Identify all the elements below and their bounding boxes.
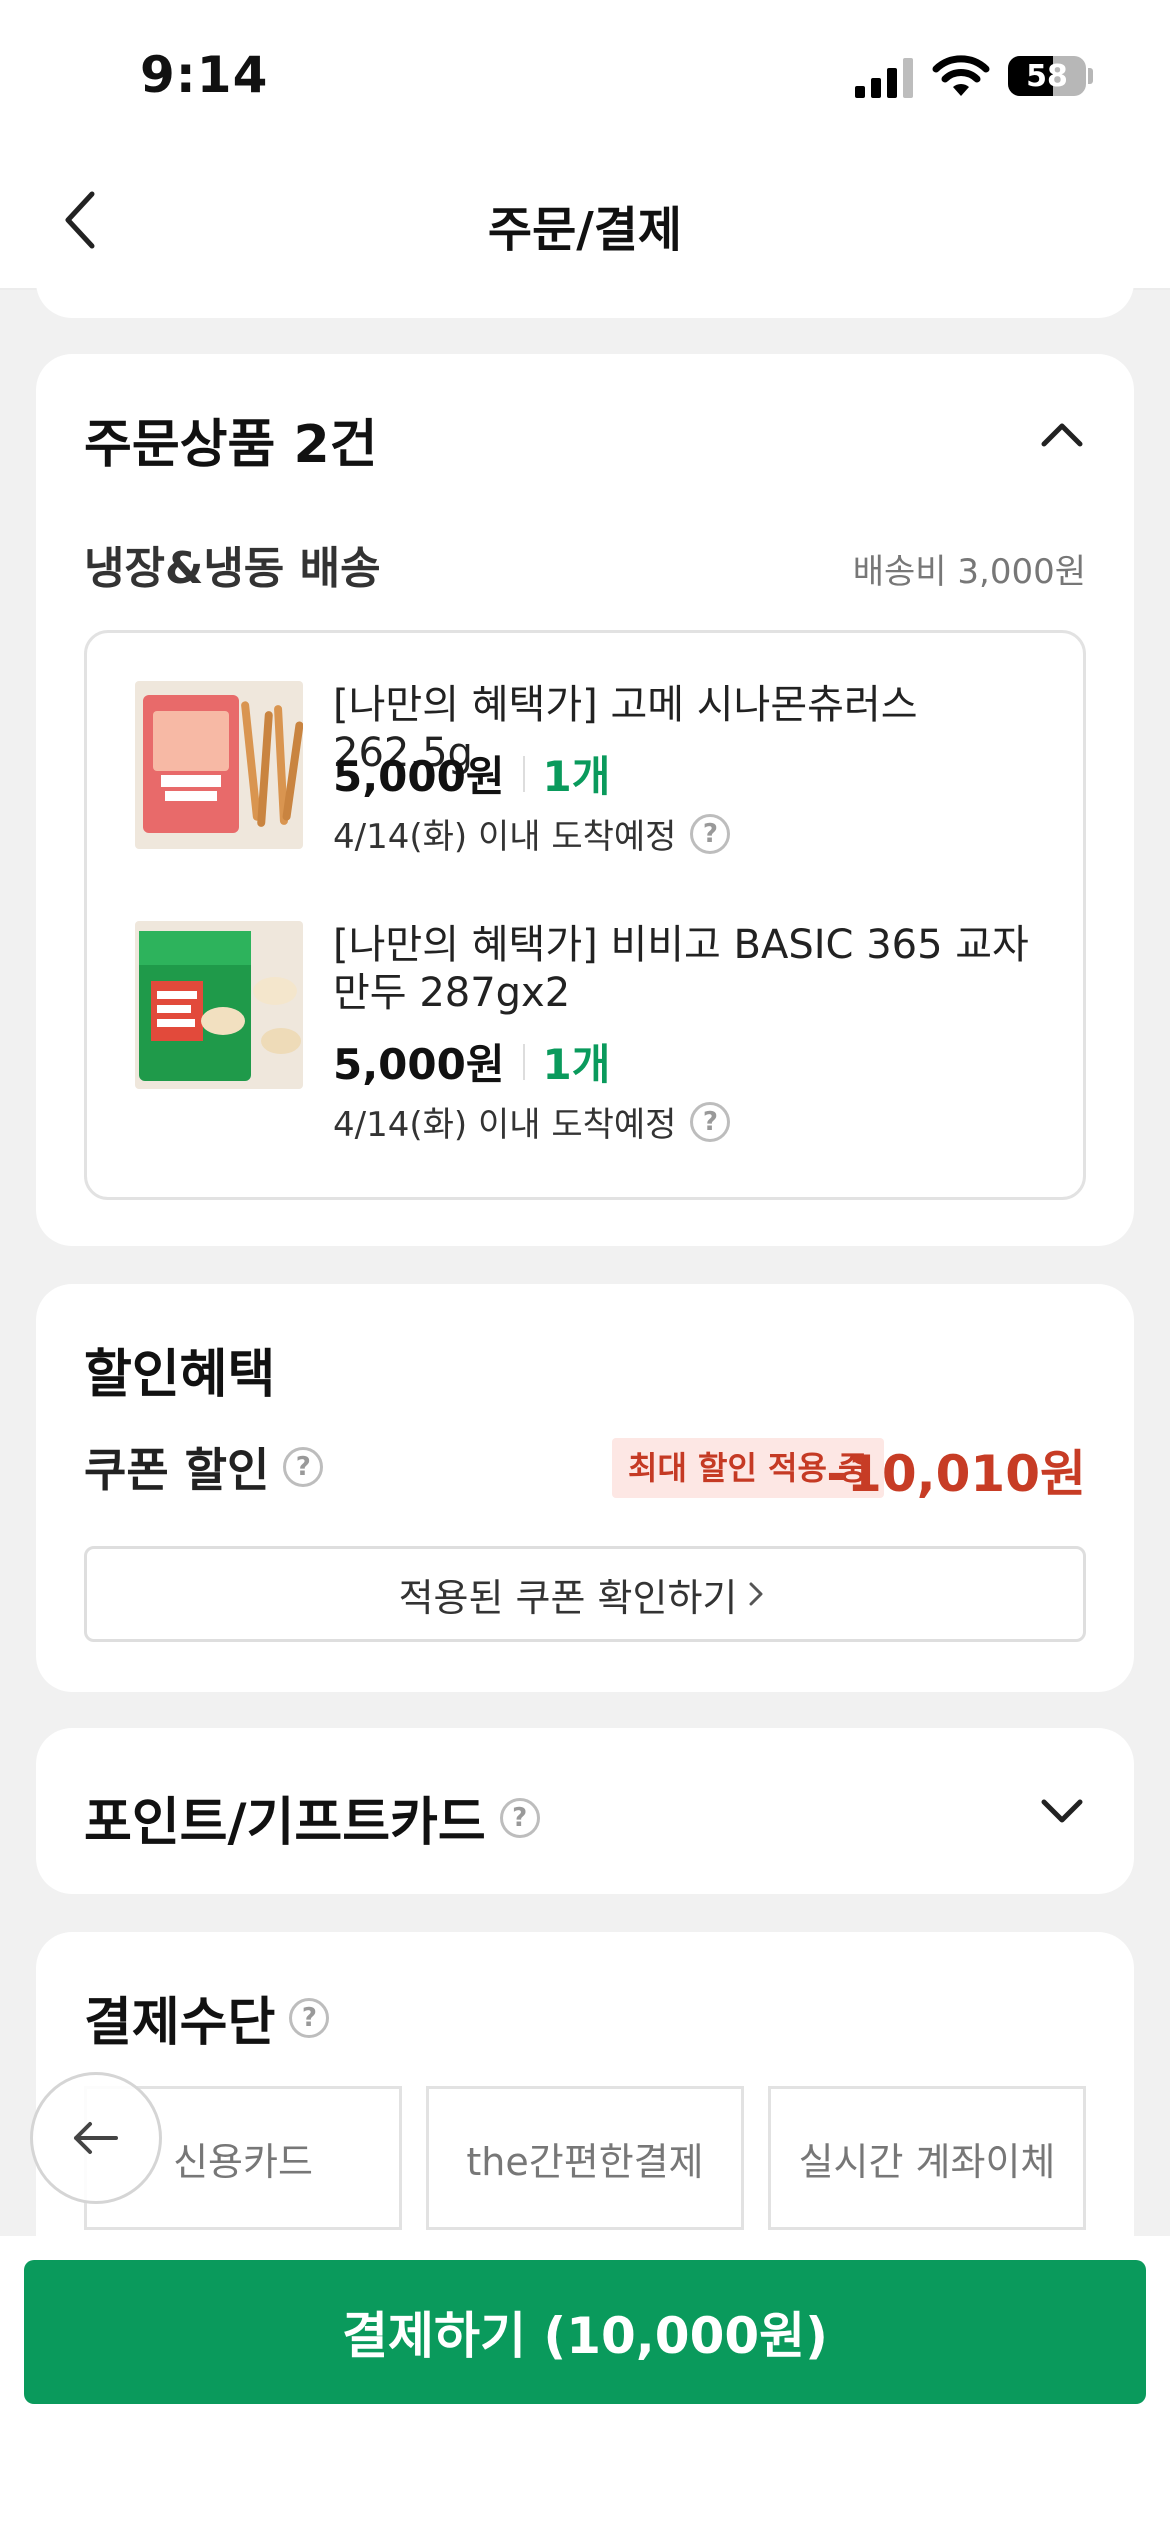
checkout-bar: 결제하기 (10,000원) — [0, 2236, 1170, 2532]
previous-section-card — [36, 270, 1134, 318]
coupon-discount-row: 쿠폰 할인 ? — [84, 1434, 324, 1500]
item-quantity: 1개 — [542, 752, 611, 801]
help-icon[interactable]: ? — [690, 1101, 731, 1142]
help-icon[interactable]: ? — [690, 813, 731, 854]
divider — [522, 755, 525, 792]
order-items-title: 주문상품 2건 — [84, 415, 378, 475]
list-item: [나만의 혜택가] 비비고 BASIC 365 교자만두 287gx2 5,00… — [135, 921, 1045, 1151]
discount-card: 할인혜택 쿠폰 할인 ? 최대 할인 적용 중 -10,010원 적용된 쿠폰 … — [36, 1284, 1134, 1692]
battery-tip — [1088, 68, 1093, 84]
wifi-icon — [932, 55, 990, 96]
nav-bar: 주문/결제 — [0, 150, 1170, 290]
checkout-button[interactable]: 결제하기 (10,000원) — [24, 2260, 1146, 2404]
shipping-fee: 배송비 3,000원 — [852, 552, 1086, 592]
signal-icon — [855, 58, 913, 98]
item-price: 5,000원 — [333, 752, 505, 801]
item-eta: 4/14(화) 이내 도착예정 — [333, 1105, 677, 1145]
discount-amount: -10,010원 — [826, 1445, 1086, 1503]
item-price: 5,000원 — [333, 1040, 505, 1089]
list-item: [나만의 혜택가] 고메 시나몬츄러스 262.5g 5,000원 1개 4/1… — [135, 681, 1045, 871]
coupon-label: 쿠폰 할인 — [84, 1443, 270, 1497]
battery-level: 58 — [1026, 59, 1068, 94]
points-title: 포인트/기프트카드 — [84, 1793, 486, 1853]
item-eta: 4/14(화) 이내 도착예정 — [333, 817, 677, 857]
items-list: [나만의 혜택가] 고메 시나몬츄러스 262.5g 5,000원 1개 4/1… — [84, 630, 1086, 1200]
status-bar: 9:14 58 — [0, 0, 1170, 150]
help-icon[interactable]: ? — [289, 1997, 330, 2038]
price-row: 5,000원 1개 — [333, 1031, 610, 1092]
chevron-up-icon[interactable] — [1034, 406, 1090, 462]
points-title-row: 포인트/기프트카드 ? — [84, 1780, 540, 1855]
checkout-label: 결제하기 (10,000원) — [341, 2307, 829, 2365]
order-items-card: 주문상품 2건 냉장&냉동 배송 배송비 3,000원 [나만의 혜택가] 고메… — [36, 354, 1134, 1246]
divider — [522, 1043, 525, 1080]
check-coupon-button[interactable]: 적용된 쿠폰 확인하기 — [84, 1546, 1086, 1642]
status-time: 9:14 — [140, 46, 269, 104]
price-row: 5,000원 1개 — [333, 743, 610, 804]
chevron-down-icon[interactable] — [1034, 1784, 1090, 1840]
pay-option-easy-pay[interactable]: the간편한결제 — [426, 2086, 744, 2230]
chevron-right-icon — [749, 1582, 763, 1606]
product-image-dumplings[interactable] — [135, 921, 303, 1089]
page-title: 주문/결제 — [487, 202, 683, 258]
help-icon[interactable]: ? — [499, 1797, 540, 1838]
floating-back-button[interactable] — [30, 2072, 162, 2204]
battery-icon: 58 — [1008, 56, 1086, 96]
pay-option-bank-transfer[interactable]: 실시간 계좌이체 — [768, 2086, 1086, 2230]
eta-row: 4/14(화) 이내 도착예정 ? — [333, 809, 731, 858]
arrow-left-icon — [74, 2122, 118, 2154]
eta-row: 4/14(화) 이내 도착예정 ? — [333, 1097, 731, 1146]
discount-title: 할인혜택 — [84, 1345, 276, 1405]
item-quantity: 1개 — [542, 1040, 611, 1089]
payment-title-row: 결제수단 ? — [84, 1980, 330, 2055]
check-coupon-label: 적용된 쿠폰 확인하기 — [398, 1575, 738, 1620]
shipping-type: 냉장&냉동 배송 — [84, 543, 381, 594]
product-image-churros[interactable] — [135, 681, 303, 849]
payment-title: 결제수단 — [84, 1993, 276, 2053]
help-icon[interactable]: ? — [283, 1447, 324, 1487]
item-name[interactable]: [나만의 혜택가] 비비고 BASIC 365 교자만두 287gx2 — [333, 921, 1045, 1017]
points-card[interactable]: 포인트/기프트카드 ? — [36, 1728, 1134, 1894]
